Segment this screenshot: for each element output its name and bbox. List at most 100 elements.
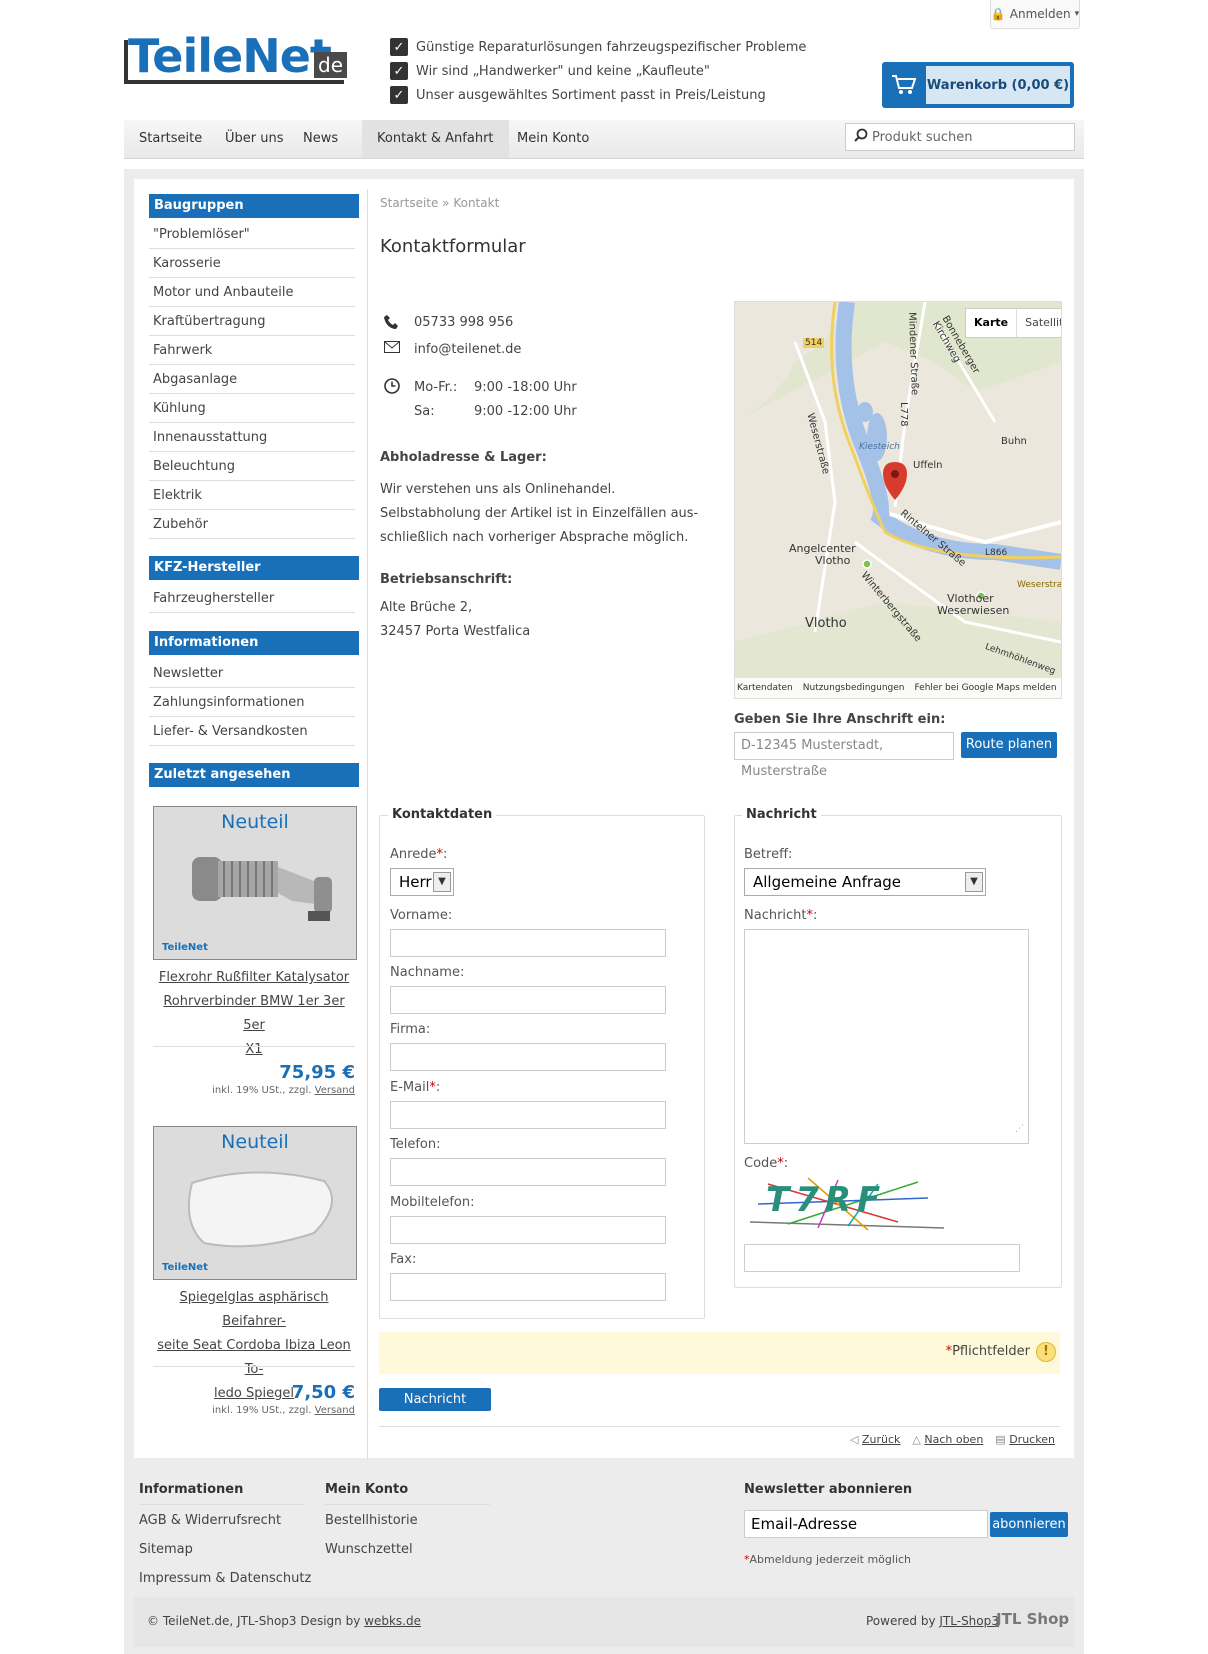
page-actions: ◁ Zurück △ Nach oben ▤ Drucken <box>850 1433 1055 1446</box>
route-address-input[interactable]: D-12345 Musterstadt, Musterstraße <box>734 732 954 779</box>
sidebar-item[interactable]: Liefer- & Versandkosten <box>149 718 355 746</box>
back-icon: ◁ <box>850 1433 859 1446</box>
nav-item-kontakt[interactable]: Kontakt & Anfahrt <box>362 120 509 158</box>
newsletter-email-input[interactable]: Email-Adresse <box>744 1510 988 1538</box>
sidebar-item[interactable]: Zubehör <box>149 511 355 539</box>
telefon-input[interactable] <box>390 1158 666 1186</box>
map-label: Weserstra <box>1017 580 1062 590</box>
shipping-link[interactable]: Versand <box>315 1405 355 1416</box>
fax-label: Fax: <box>390 1252 417 1267</box>
nachricht-textarea[interactable]: ⋰ <box>744 929 1029 1144</box>
print-link[interactable]: Drucken <box>1009 1433 1055 1446</box>
phone-icon <box>384 314 400 334</box>
product-title[interactable]: Flexrohr Rußfilter Katalysator Rohrverbi… <box>153 966 355 1062</box>
nachname-input[interactable] <box>390 986 666 1014</box>
map-footer: Kartendaten Nutzungsbedingungen Fehler b… <box>735 678 1061 698</box>
logo-suffix: de <box>314 52 347 78</box>
sidebar-item[interactable]: Kühlung <box>149 395 355 423</box>
betreff-label: Betreff: <box>744 847 793 862</box>
login-label: Anmelden <box>1009 7 1071 21</box>
required-text: Pflichtfelder <box>952 1344 1030 1359</box>
captcha-input[interactable] <box>744 1244 1020 1272</box>
email-link[interactable]: info@teilenet.de <box>414 342 521 357</box>
shipping-link[interactable]: Versand <box>315 1085 355 1096</box>
chevron-down-icon: ▾ <box>1074 9 1080 19</box>
contact-legend: Kontaktdaten <box>388 807 497 822</box>
footer-link[interactable]: Bestellhistorie <box>325 1513 418 1528</box>
clock-icon <box>384 378 400 398</box>
anrede-select[interactable]: Herr ▼ <box>390 868 454 896</box>
map-footer-link[interactable]: Nutzungsbedingungen <box>803 683 905 693</box>
sidebar-item[interactable]: Elektrik <box>149 482 355 510</box>
chevron-down-icon: ▼ <box>965 872 983 892</box>
design-link[interactable]: webks.de <box>364 1614 421 1628</box>
send-message-button[interactable]: Nachricht senden <box>379 1388 491 1430</box>
sidebar-item[interactable]: Abgasanlage <box>149 366 355 394</box>
product-image[interactable]: Neuteil TeileNet <box>153 1126 357 1280</box>
map-label: Buhn <box>1001 436 1027 447</box>
footer-newsletter-title: Newsletter abonnieren <box>744 1482 913 1497</box>
product-tax: inkl. 19% USt., zzgl. Versand <box>212 1085 355 1096</box>
print-icon: ▤ <box>995 1433 1006 1446</box>
sidebar-item[interactable]: Beleuchtung <box>149 453 355 481</box>
hours-day: Mo-Fr.: <box>414 380 458 395</box>
map-label: L778 <box>898 402 909 427</box>
mail-icon <box>384 341 400 357</box>
back-link[interactable]: Zurück <box>862 1433 900 1446</box>
nav-item-startseite[interactable]: Startseite <box>124 120 217 158</box>
vorname-input[interactable] <box>390 929 666 957</box>
map-label: L866 <box>985 548 1008 558</box>
sidebar-item[interactable]: Kraftübertragung <box>149 308 355 336</box>
address-text: Alte Brüche 2, 32457 Porta Westfalica <box>380 600 531 639</box>
sidebar-item[interactable]: Motor und Anbauteile <box>149 279 355 307</box>
cart-button[interactable]: Warenkorb (0,00 €) <box>882 62 1074 108</box>
logo[interactable]: TeileNet de <box>124 29 347 86</box>
nav-item-ueber-uns[interactable]: Über uns <box>210 120 299 158</box>
watermark: TeileNet <box>162 1262 208 1273</box>
mobil-input[interactable] <box>390 1216 666 1244</box>
sidebar-item[interactable]: Fahrzeughersteller <box>149 585 355 613</box>
login-button[interactable]: 🔒 Anmelden ▾ <box>990 0 1080 29</box>
product-image[interactable]: Neuteil TeileNet <box>153 806 357 960</box>
top-link[interactable]: Nach oben <box>924 1433 983 1446</box>
betreff-select[interactable]: Allgemeine Anfrage ▼ <box>744 868 986 896</box>
map-footer-link[interactable]: Kartendaten <box>737 683 793 693</box>
map-label: Kiesteich <box>859 442 900 452</box>
nav-item-mein-konto[interactable]: Mein Konto <box>502 120 604 158</box>
sidebar-item[interactable]: Newsletter <box>149 660 355 688</box>
resize-handle-icon[interactable]: ⋰ <box>1015 1117 1024 1141</box>
search-input[interactable]: Produkt suchen <box>845 123 1075 151</box>
message-legend: Nachricht <box>742 807 821 822</box>
firma-input[interactable] <box>390 1043 666 1071</box>
sidebar-item[interactable]: Fahrwerk <box>149 337 355 365</box>
product-badge: Neuteil <box>221 811 289 833</box>
footer-link[interactable]: Sitemap <box>139 1542 193 1557</box>
fax-input[interactable] <box>390 1273 666 1301</box>
email-field[interactable] <box>390 1101 666 1129</box>
nav-item-news[interactable]: News <box>288 120 353 158</box>
footer-link[interactable]: Wunschzettel <box>325 1542 413 1557</box>
newsletter-subscribe-button[interactable]: abonnieren <box>990 1512 1068 1537</box>
flexpipe-image <box>192 857 332 921</box>
map-type-satellit[interactable]: Satellit <box>1017 309 1061 337</box>
sidebar-heading-baugruppen: Baugruppen <box>149 194 359 218</box>
jtl-link[interactable]: JTL-Shop3 <box>939 1614 999 1628</box>
sidebar-item[interactable]: Innenausstattung <box>149 424 355 452</box>
checkbox-icon: ✓ <box>390 86 408 104</box>
footer-link[interactable]: Impressum & Datenschutz <box>139 1571 311 1586</box>
sidebar-item[interactable]: "Problemlöser" <box>149 221 355 249</box>
sidebar-item[interactable]: Karosserie <box>149 250 355 278</box>
route-plan-button[interactable]: Route planen <box>961 732 1057 758</box>
powered-by: Powered by JTL-Shop3 <box>866 1614 999 1628</box>
sidebar-item[interactable]: Zahlungsinformationen <box>149 689 355 717</box>
up-icon: △ <box>912 1433 921 1446</box>
checkbox-icon: ✓ <box>390 38 408 56</box>
map-type-karte[interactable]: Karte <box>966 309 1018 337</box>
map-footer-link[interactable]: Fehler bei Google Maps melden <box>914 683 1056 693</box>
footer-link[interactable]: AGB & Widerrufsrecht <box>139 1513 281 1528</box>
product-badge: Neuteil <box>221 1131 289 1153</box>
pickup-text: Wir verstehen uns als Onlinehandel. Selb… <box>380 482 699 545</box>
newsletter-note: *Abmeldung jederzeit möglich <box>744 1553 912 1566</box>
google-map[interactable]: 514 Weserstraße Mindener Straße Bonneber… <box>734 301 1062 699</box>
breadcrumb[interactable]: Startseite » Kontakt <box>380 196 499 210</box>
